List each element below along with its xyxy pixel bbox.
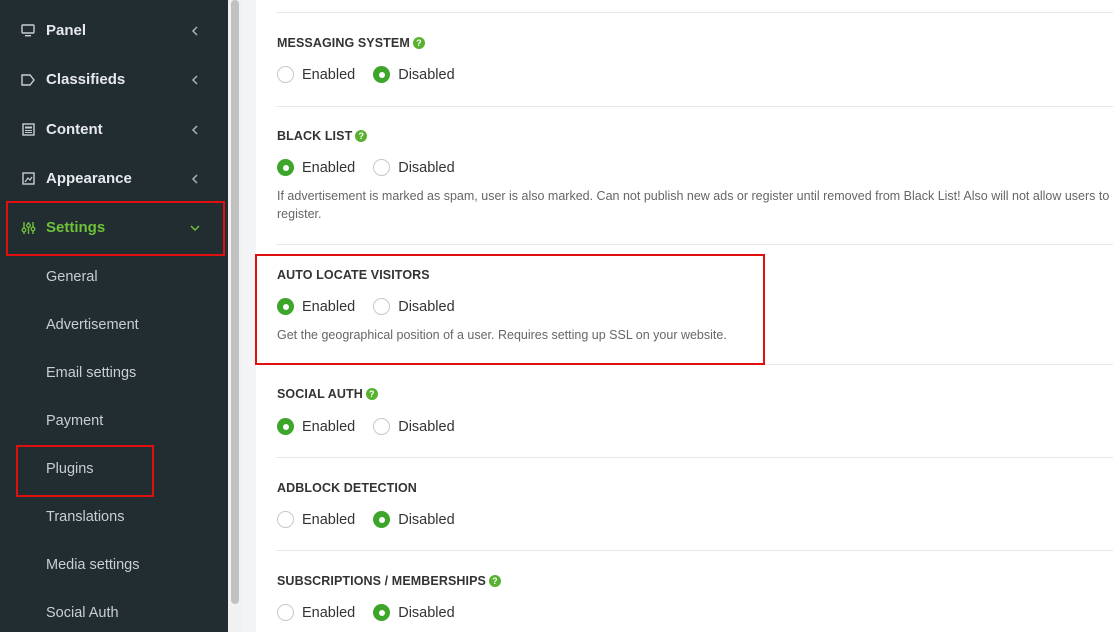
chevron-left-icon <box>188 123 202 137</box>
highlight-plugins <box>16 445 154 497</box>
divider <box>276 12 1113 13</box>
radio-label-disabled[interactable]: Disabled <box>398 67 454 83</box>
help-icon[interactable]: ? <box>365 388 378 400</box>
radio-disabled[interactable] <box>373 66 391 83</box>
sidebar-item-classifieds[interactable]: Classifieds <box>0 55 228 104</box>
radio-label-enabled[interactable]: Enabled <box>302 605 355 621</box>
radio-label-disabled[interactable]: Disabled <box>398 419 454 435</box>
section-title-messaging-system: MESSAGING SYSTEM? <box>277 36 425 50</box>
sidebar-subitem-translations[interactable]: Translations <box>46 509 124 525</box>
sidebar-subitem-email-settings[interactable]: Email settings <box>46 365 136 381</box>
divider <box>276 244 1113 245</box>
radio-group-subscriptions: Enabled Disabled <box>277 604 473 621</box>
radio-enabled[interactable] <box>277 418 294 435</box>
radio-label-disabled[interactable]: Disabled <box>398 512 454 528</box>
sidebar-subitem-media-settings[interactable]: Media settings <box>46 557 140 573</box>
help-icon[interactable]: ? <box>412 37 425 49</box>
help-icon[interactable]: ? <box>355 130 368 142</box>
sidebar-item-panel[interactable]: Panel <box>0 6 228 55</box>
sidebar-subitem-advertisement[interactable]: Advertisement <box>46 317 139 333</box>
radio-label-enabled[interactable]: Enabled <box>302 67 355 83</box>
chevron-left-icon <box>188 73 202 87</box>
radio-label-enabled[interactable]: Enabled <box>302 160 355 176</box>
sidebar-item-label: Classifieds <box>46 71 126 88</box>
sidebar-item-content[interactable]: Content <box>0 105 228 154</box>
sidebar-item-label: Panel <box>46 22 87 39</box>
radio-group-social-auth: Enabled Disabled <box>277 418 473 435</box>
radio-group-messaging-system: Enabled Disabled <box>277 66 473 83</box>
highlight-settings <box>6 201 225 256</box>
radio-disabled[interactable] <box>373 418 391 435</box>
sidebar-scrollbar[interactable] <box>228 0 242 632</box>
sidebar-item-appearance[interactable]: Appearance <box>0 154 228 203</box>
radio-group-adblock-detection: Enabled Disabled <box>277 511 473 528</box>
radio-label-enabled[interactable]: Enabled <box>302 419 355 435</box>
sidebar-subitem-social-auth[interactable]: Social Auth <box>46 605 119 621</box>
sidebar-subitem-payment[interactable]: Payment <box>46 413 103 429</box>
divider <box>276 550 1113 551</box>
newspaper-icon <box>20 122 36 138</box>
sidebar-subitem-general[interactable]: General <box>46 269 98 285</box>
section-title-adblock-detection: ADBLOCK DETECTION <box>277 481 417 495</box>
monitor-icon <box>20 23 36 39</box>
section-description: If advertisement is marked as spam, user… <box>277 189 1110 221</box>
sidebar: Panel Classifieds Content Appearance Set… <box>0 0 228 632</box>
scrollbar-thumb[interactable] <box>231 0 239 604</box>
section-title-black-list: BLACK LIST? <box>277 129 368 143</box>
content-gutter <box>242 0 256 632</box>
section-title-subscriptions: SUBSCRIPTIONS / MEMBERSHIPS? <box>277 574 501 588</box>
radio-disabled[interactable] <box>373 511 391 528</box>
divider <box>276 106 1113 107</box>
chevron-left-icon <box>188 24 202 38</box>
radio-label-disabled[interactable]: Disabled <box>398 605 454 621</box>
radio-label-enabled[interactable]: Enabled <box>302 512 355 528</box>
radio-disabled[interactable] <box>373 604 391 621</box>
tag-icon <box>20 72 36 88</box>
radio-enabled[interactable] <box>277 159 294 176</box>
radio-enabled[interactable] <box>277 604 294 621</box>
palette-icon <box>20 171 36 187</box>
help-icon[interactable]: ? <box>488 575 501 587</box>
radio-label-disabled[interactable]: Disabled <box>398 160 454 176</box>
radio-group-black-list: Enabled Disabled <box>277 159 473 176</box>
divider <box>276 457 1113 458</box>
radio-enabled[interactable] <box>277 66 294 83</box>
chevron-left-icon <box>188 172 202 186</box>
highlight-auto-locate-visitors <box>255 254 765 365</box>
radio-disabled[interactable] <box>373 159 391 176</box>
section-title-social-auth: SOCIAL AUTH? <box>277 387 378 401</box>
radio-enabled[interactable] <box>277 511 294 528</box>
sidebar-item-label: Content <box>46 121 103 138</box>
sidebar-item-label: Appearance <box>46 170 132 187</box>
